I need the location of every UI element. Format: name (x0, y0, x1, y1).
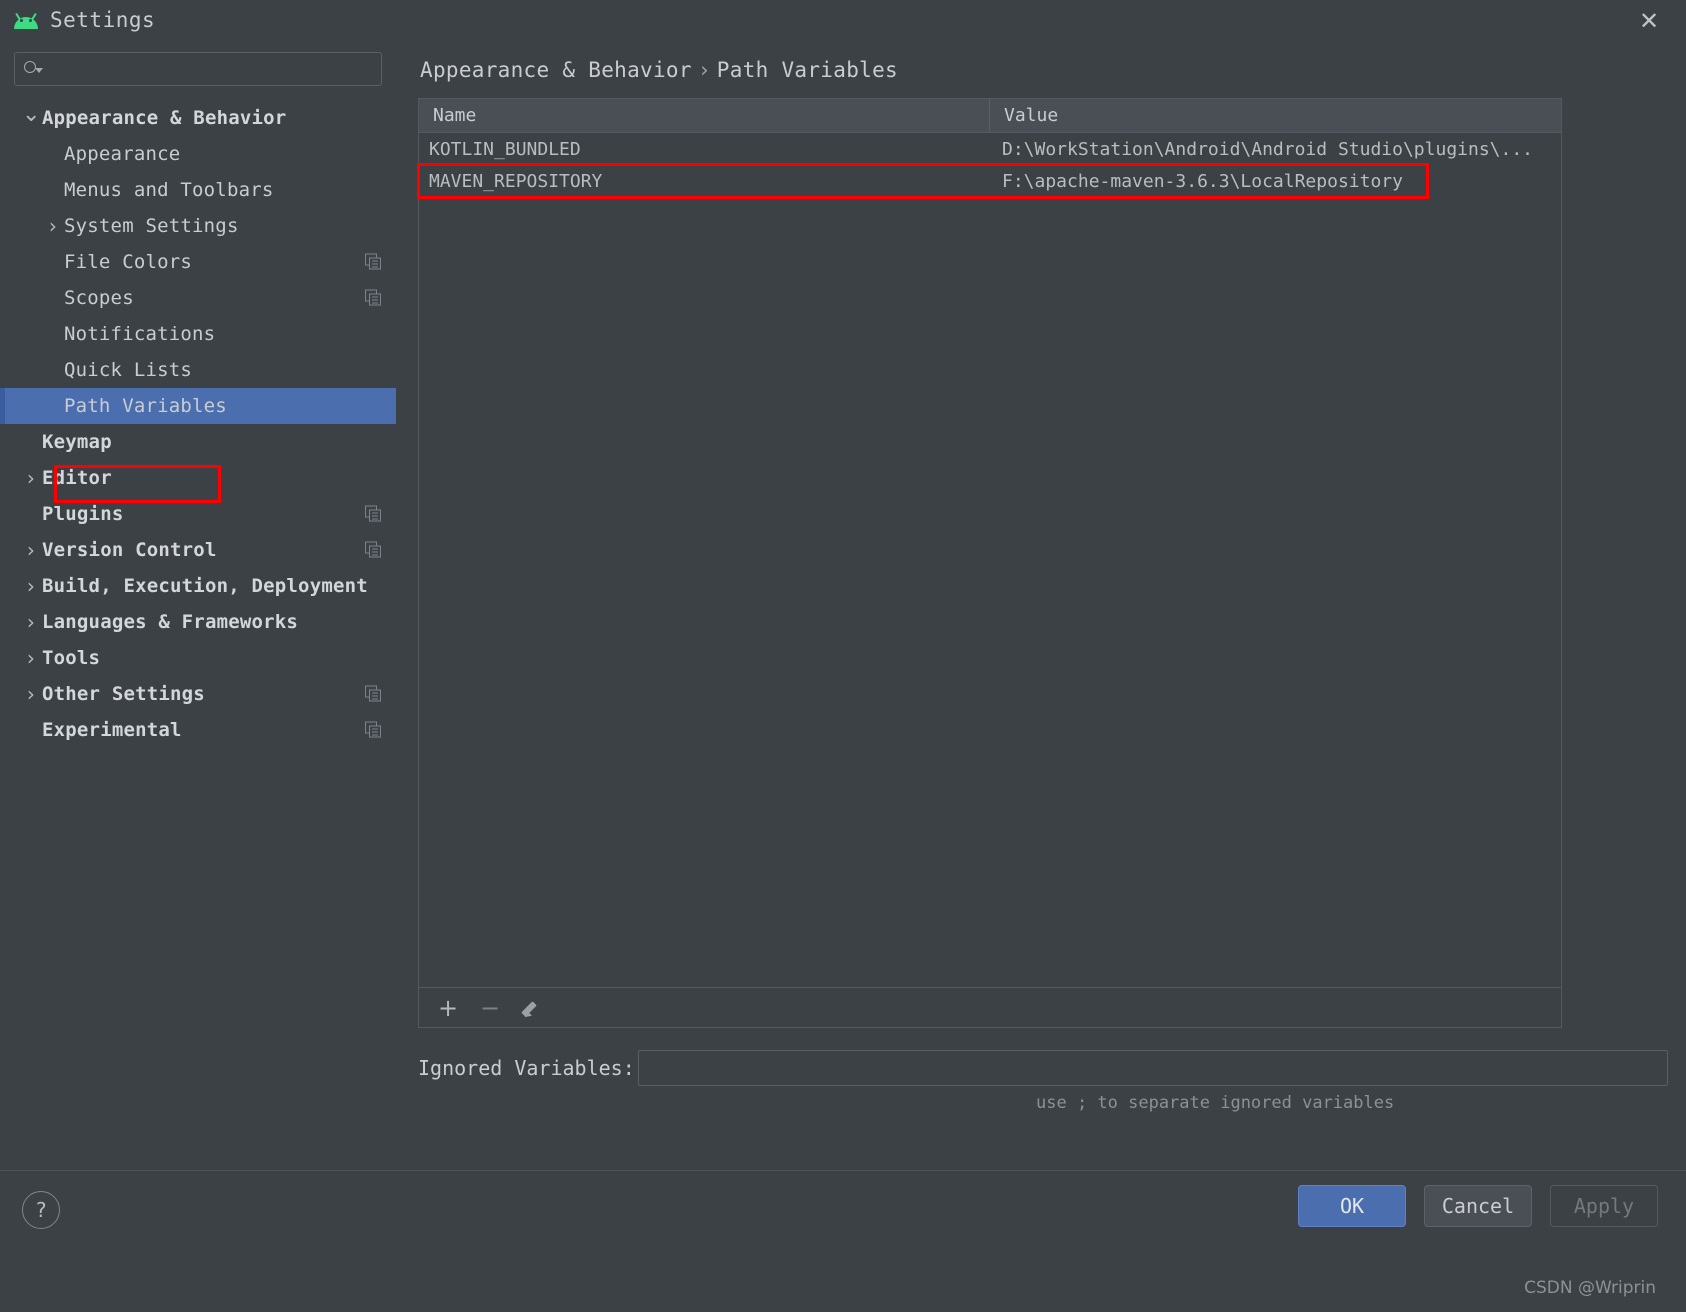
sidebar-item-label: Menus and Toolbars (64, 179, 274, 201)
table-row[interactable]: MAVEN_REPOSITORYF:\apache-maven-3.6.3\Lo… (419, 165, 1561, 197)
chevron-right-icon[interactable]: › (22, 646, 40, 670)
chevron-right-icon[interactable]: › (22, 610, 40, 634)
add-variable-button[interactable]: + (431, 993, 465, 1023)
sidebar-item-label: Scopes (64, 287, 134, 309)
chevron-right-icon[interactable]: › (22, 538, 40, 562)
sidebar-item-label: System Settings (64, 215, 239, 237)
sidebar-item-label: Appearance & Behavior (42, 107, 286, 129)
edit-variable-button[interactable] (515, 993, 549, 1023)
ignored-variables-hint: use ; to separate ignored variables (1036, 1093, 1394, 1113)
copy-icon[interactable] (365, 254, 382, 271)
sidebar-item-keymap[interactable]: Keymap (0, 424, 396, 460)
column-header-name[interactable]: Name (419, 99, 990, 132)
sidebar-item-label: File Colors (64, 251, 192, 273)
breadcrumb-current: Path Variables (717, 58, 898, 82)
sidebar-item-label: Tools (42, 647, 100, 669)
sidebar-item-label: Path Variables (64, 395, 227, 417)
table-header-row: Name Value (419, 99, 1561, 133)
apply-button: Apply (1550, 1185, 1658, 1227)
sidebar-item-build-execution-deployment[interactable]: ›Build, Execution, Deployment (0, 568, 396, 604)
settings-sidebar: ⌄Appearance & Behavior Appearance Menus an… (0, 40, 396, 1170)
window-title-bar: Settings ✕ (0, 0, 1686, 40)
sidebar-item-system-settings[interactable]: ›System Settings (0, 208, 396, 244)
dialog-footer: ? OK Cancel Apply CSDN @Wriprin (0, 1170, 1686, 1312)
help-button[interactable]: ? (22, 1191, 60, 1229)
sidebar-item-notifications[interactable]: Notifications (0, 316, 396, 352)
sidebar-item-appearance[interactable]: Appearance (0, 136, 396, 172)
table-row[interactable]: KOTLIN_BUNDLEDD:\WorkStation\Android\And… (419, 133, 1561, 165)
sidebar-item-quick-lists[interactable]: Quick Lists (0, 352, 396, 388)
copy-icon[interactable] (365, 722, 382, 739)
ignored-variables-input[interactable] (638, 1050, 1668, 1086)
sidebar-item-label: Build, Execution, Deployment (42, 575, 368, 597)
search-input[interactable] (47, 60, 373, 78)
column-header-value[interactable]: Value (990, 99, 1561, 132)
cancel-button[interactable]: Cancel (1424, 1185, 1532, 1227)
sidebar-item-plugins[interactable]: Plugins (0, 496, 396, 532)
sidebar-item-label: Plugins (42, 503, 123, 525)
cell-variable-value: D:\WorkStation\Android\Android Studio\pl… (990, 139, 1561, 160)
sidebar-item-label: Other Settings (42, 683, 205, 705)
sidebar-item-version-control[interactable]: ›Version Control (0, 532, 396, 568)
search-icon (23, 60, 41, 78)
window-title: Settings (50, 8, 155, 32)
sidebar-item-appearance-behavior[interactable]: ⌄Appearance & Behavior (0, 100, 396, 136)
close-icon[interactable]: ✕ (1634, 6, 1664, 36)
cell-variable-name: MAVEN_REPOSITORY (419, 171, 990, 192)
sidebar-item-label: Notifications (64, 323, 215, 345)
ok-button[interactable]: OK (1298, 1185, 1406, 1227)
credit-watermark: CSDN @Wriprin (1524, 1278, 1656, 1298)
chevron-right-icon[interactable]: › (44, 214, 62, 238)
ignored-variables-label: Ignored Variables: (418, 1056, 638, 1080)
sidebar-item-file-colors[interactable]: File Colors (0, 244, 396, 280)
path-variables-table: Name Value KOTLIN_BUNDLEDD:\WorkStation\… (418, 98, 1562, 1028)
remove-variable-button[interactable]: − (473, 993, 507, 1023)
android-studio-icon (14, 12, 38, 29)
sidebar-item-path-variables[interactable]: Path Variables (0, 388, 396, 424)
ignored-variables-row: Ignored Variables: (418, 1050, 1668, 1086)
sidebar-item-tools[interactable]: ›Tools (0, 640, 396, 676)
copy-icon[interactable] (365, 686, 382, 703)
cell-variable-value: F:\apache-maven-3.6.3\LocalRepository (990, 171, 1561, 192)
pencil-icon (522, 998, 542, 1018)
breadcrumb-root[interactable]: Appearance & Behavior (420, 58, 692, 82)
sidebar-item-label: Experimental (42, 719, 182, 741)
settings-dialog: @Wriprin @Wriprin @Wriprin @Wriprin @Wri… (0, 0, 1686, 1312)
sidebar-item-other-settings[interactable]: ›Other Settings (0, 676, 396, 712)
copy-icon[interactable] (365, 506, 382, 523)
chevron-down-icon[interactable]: ⌄ (22, 102, 40, 127)
sidebar-item-editor[interactable]: ›Editor (0, 460, 396, 496)
chevron-right-icon[interactable]: › (22, 466, 40, 490)
settings-main-panel: Appearance & Behavior›Path Variables Nam… (396, 40, 1686, 1170)
chevron-right-icon[interactable]: › (22, 682, 40, 706)
sidebar-item-menus-and-toolbars[interactable]: Menus and Toolbars (0, 172, 396, 208)
settings-tree: ⌄Appearance & Behavior Appearance Menus an… (0, 100, 396, 748)
copy-icon[interactable] (365, 290, 382, 307)
copy-icon[interactable] (365, 542, 382, 559)
sidebar-item-label: Version Control (42, 539, 217, 561)
breadcrumb-separator-icon: › (692, 58, 717, 82)
breadcrumb: Appearance & Behavior›Path Variables (396, 40, 1686, 82)
sidebar-item-scopes[interactable]: Scopes (0, 280, 396, 316)
sidebar-item-experimental[interactable]: Experimental (0, 712, 396, 748)
table-body: KOTLIN_BUNDLEDD:\WorkStation\Android\And… (419, 133, 1561, 197)
sidebar-item-label: Keymap (42, 431, 112, 453)
table-toolbar: + − (419, 987, 1561, 1027)
chevron-right-icon[interactable]: › (22, 574, 40, 598)
sidebar-item-languages-frameworks[interactable]: ›Languages & Frameworks (0, 604, 396, 640)
cell-variable-name: KOTLIN_BUNDLED (419, 139, 990, 160)
sidebar-item-label: Quick Lists (64, 359, 192, 381)
sidebar-item-label: Languages & Frameworks (42, 611, 298, 633)
sidebar-item-label: Editor (42, 467, 112, 489)
search-box[interactable] (14, 52, 382, 86)
sidebar-item-label: Appearance (64, 143, 180, 165)
